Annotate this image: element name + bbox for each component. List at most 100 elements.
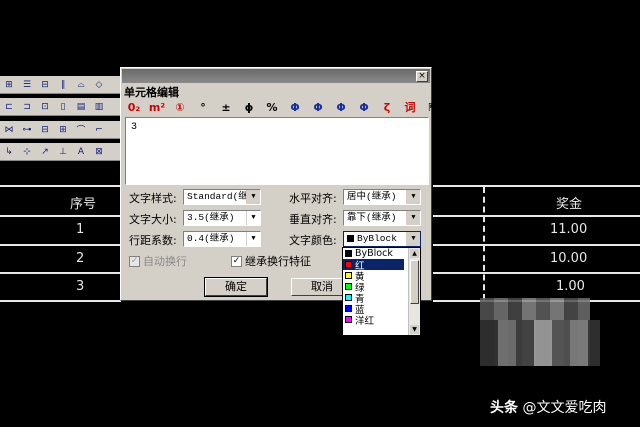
- color-swatch: [345, 250, 352, 257]
- checkmark-icon: ✓: [129, 255, 140, 267]
- auto-wrap-checkbox[interactable]: ✓ 自动换行: [129, 253, 187, 269]
- ok-button[interactable]: 确定: [204, 277, 268, 297]
- table-column-divider: [483, 187, 485, 300]
- table-tool-icon[interactable]: ⊞: [56, 123, 70, 137]
- checkmark-icon: ✓: [231, 255, 242, 267]
- table-tool-icon[interactable]: ⌐: [92, 123, 106, 137]
- inherit-wrap-checkbox[interactable]: ✓ 继承换行特征: [231, 253, 311, 269]
- special-symbol-bar: 0₂ m² ① ° ± ϕ % Φ Φ Φ Φ ζ 词 ⇱: [125, 99, 447, 115]
- color-option-selected[interactable]: 红: [343, 259, 404, 272]
- toolbar-row: ⊏ ⊐ ⊡ ▯ ▤ ▥: [0, 98, 120, 116]
- text-size-label: 文字大小:: [129, 213, 177, 226]
- table-cell-index[interactable]: 3: [76, 279, 84, 294]
- close-button[interactable]: ×: [416, 70, 428, 82]
- dialog-titlebar[interactable]: ×: [122, 69, 430, 83]
- chevron-down-icon[interactable]: ▼: [246, 211, 260, 225]
- scroll-down-icon[interactable]: ▼: [410, 325, 419, 334]
- table-tool-icon[interactable]: ⊏: [2, 100, 16, 114]
- steel-grade-1-button[interactable]: Φ: [286, 99, 304, 115]
- degree-symbol-button[interactable]: °: [194, 99, 212, 115]
- line-spacing-select[interactable]: 0.4(继承) ▼: [183, 231, 261, 247]
- chevron-down-icon[interactable]: ▼: [406, 232, 420, 246]
- table-tool-icon[interactable]: ⌒: [74, 123, 88, 137]
- h-align-select[interactable]: 居中(继承) ▼: [343, 189, 421, 205]
- table-tool-icon[interactable]: ⋈: [2, 123, 16, 137]
- inherit-wrap-label: 继承换行特征: [245, 255, 311, 268]
- steel-grade-3-button[interactable]: Φ: [332, 99, 350, 115]
- special-char-button[interactable]: ζ: [378, 99, 396, 115]
- watermark: 头条 @文文爱吃肉: [490, 397, 606, 417]
- pick-text-icon[interactable]: ⇱: [424, 99, 442, 115]
- chevron-down-icon[interactable]: ▼: [246, 190, 260, 204]
- table-tool-icon[interactable]: ⊥: [56, 145, 70, 159]
- chevron-down-icon[interactable]: ▼: [246, 232, 260, 246]
- h-align-value: 居中(继承): [347, 191, 397, 202]
- table-tool-icon[interactable]: A: [74, 145, 88, 159]
- text-size-value: 3.5(继承): [187, 212, 235, 223]
- v-align-value: 靠下(继承): [347, 212, 397, 223]
- scroll-thumb[interactable]: [410, 260, 419, 304]
- table-tool-icon[interactable]: ▤: [74, 100, 88, 114]
- color-swatch: [345, 261, 352, 268]
- color-swatch: [345, 272, 352, 279]
- table-header-amount[interactable]: 奖金: [556, 193, 582, 212]
- dropdown-scrollbar[interactable]: ▲ ▼: [408, 248, 420, 335]
- table-tool-icon[interactable]: ⊹: [20, 145, 34, 159]
- dialog-title: 单元格编辑: [124, 86, 179, 99]
- table-tool-icon[interactable]: ⊠: [92, 145, 106, 159]
- cell-text-editor[interactable]: 3: [125, 117, 429, 185]
- steel-grade-2-button[interactable]: Φ: [309, 99, 327, 115]
- table-tool-icon[interactable]: ⊟: [38, 123, 52, 137]
- table-cell-amount[interactable]: 11.00: [550, 222, 587, 237]
- scroll-up-icon[interactable]: ▲: [410, 249, 419, 258]
- table-tool-icon[interactable]: ⊶: [20, 123, 34, 137]
- table-tool-icon[interactable]: ⊟: [38, 78, 52, 92]
- color-dropdown-list[interactable]: ByBlock 红 黄 绿 青 蓝 洋红 ▲ ▼: [342, 247, 421, 336]
- watermark-handle: @文文爱吃肉: [522, 400, 607, 416]
- table-cell-amount[interactable]: 1.00: [556, 279, 585, 294]
- color-option-label: 洋红: [355, 315, 375, 327]
- table-header-index[interactable]: 序号: [70, 193, 96, 212]
- table-tool-icon[interactable]: ▥: [92, 100, 106, 114]
- steel-grade-4-button[interactable]: Φ: [355, 99, 373, 115]
- table-tool-icon[interactable]: ↗: [38, 145, 52, 159]
- table-tool-icon[interactable]: ⊞: [2, 78, 16, 92]
- circled-number-button[interactable]: ①: [171, 99, 189, 115]
- v-align-select[interactable]: 靠下(继承) ▼: [343, 210, 421, 226]
- table-tool-icon[interactable]: ⌓: [74, 78, 88, 92]
- phi-symbol-button[interactable]: ϕ: [240, 99, 258, 115]
- v-align-label: 垂直对齐:: [289, 213, 337, 226]
- table-tool-icon[interactable]: ↳: [2, 145, 16, 159]
- table-cell-index[interactable]: 2: [76, 251, 84, 266]
- line-spacing-value: 0.4(继承): [187, 233, 235, 244]
- text-style-label: 文字样式:: [129, 192, 177, 205]
- text-style-select[interactable]: Standard(继 ▼: [183, 189, 261, 205]
- table-tool-icon[interactable]: ⊐: [20, 100, 34, 114]
- superscript-symbol-button[interactable]: m²: [148, 99, 166, 115]
- table-tool-icon[interactable]: ☰: [20, 78, 34, 92]
- word-library-button[interactable]: 词: [401, 99, 419, 115]
- table-cell-index[interactable]: 1: [76, 222, 84, 237]
- color-swatch: [345, 283, 352, 290]
- table-tool-icon[interactable]: ◇: [92, 78, 106, 92]
- text-size-select[interactable]: 3.5(继承) ▼: [183, 210, 261, 226]
- table-tool-icon[interactable]: ⊡: [38, 100, 52, 114]
- table-tool-icon[interactable]: ∥: [56, 78, 70, 92]
- table-cell-amount[interactable]: 10.00: [550, 251, 587, 266]
- percent-symbol-button[interactable]: %: [263, 99, 281, 115]
- chevron-down-icon[interactable]: ▼: [406, 211, 420, 225]
- text-color-select[interactable]: ByBlock ▼: [343, 231, 421, 247]
- color-swatch: [345, 294, 352, 301]
- toolbar-row: ⊞ ☰ ⊟ ∥ ⌓ ◇: [0, 76, 120, 94]
- table-tool-icon[interactable]: ▯: [56, 100, 70, 114]
- color-swatch: [345, 305, 352, 312]
- toolbar-row: ↳ ⊹ ↗ ⊥ A ⊠: [0, 143, 120, 161]
- color-swatch: [345, 316, 352, 323]
- chevron-down-icon[interactable]: ▼: [406, 190, 420, 204]
- text-color-label: 文字颜色:: [289, 234, 337, 247]
- subscript-symbol-button[interactable]: 0₂: [125, 99, 143, 115]
- text-style-value: Standard(继: [187, 191, 248, 202]
- auto-wrap-label: 自动换行: [143, 255, 187, 268]
- color-swatch: [347, 235, 354, 242]
- plus-minus-symbol-button[interactable]: ±: [217, 99, 235, 115]
